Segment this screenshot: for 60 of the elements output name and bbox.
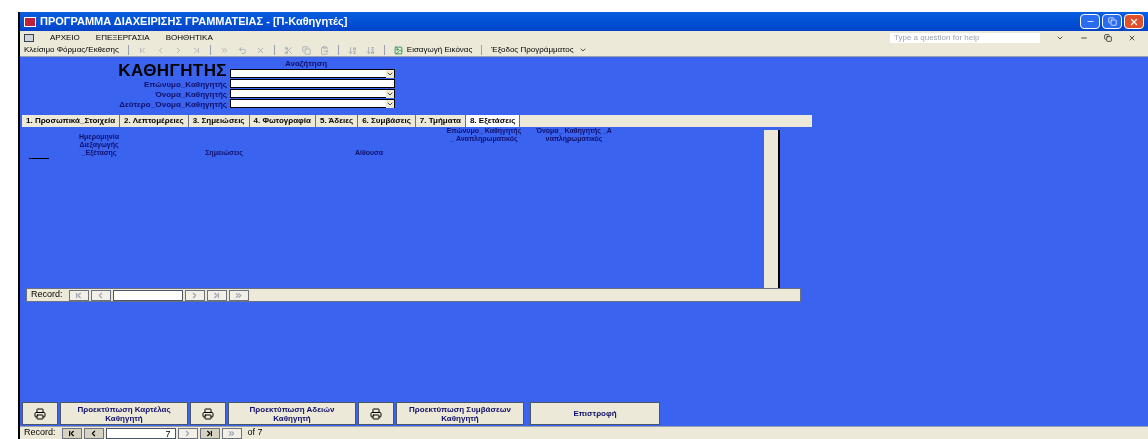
last-record-icon [205, 428, 214, 438]
record-label: Record: [23, 426, 57, 439]
close-icon [1129, 16, 1139, 27]
preview-button[interactable]: Προεκτύπωση Καρτέλας Καθηγητή [60, 402, 188, 425]
form-heading: ΚΑΘΗΓΗΤΗΣ [118, 62, 227, 80]
insert-image-button[interactable]: Εισαγωγή Εικόνας [393, 44, 473, 56]
close-button[interactable] [1124, 14, 1144, 29]
combo-box[interactable] [230, 69, 395, 78]
dropdown-icon[interactable] [386, 100, 394, 108]
last-record-icon [212, 290, 221, 300]
field-label: Δεύτερο_Όνομα_Καθηγητής [119, 100, 227, 110]
scrollbar[interactable] [764, 130, 780, 288]
record-number-field[interactable] [112, 289, 183, 301]
printer-icon [202, 407, 214, 420]
input-field[interactable] [230, 79, 395, 88]
combo-box[interactable] [230, 99, 395, 108]
field-label: Όνομα_Καθηγητής [155, 90, 227, 100]
exit-program-button[interactable]: Έξοδος Προγράμματος [491, 44, 574, 56]
search-label: Αναζήτηση [285, 59, 329, 69]
first-record-button[interactable] [61, 427, 82, 439]
previous-button[interactable] [83, 427, 104, 439]
dropdown-icon[interactable] [386, 90, 394, 98]
menu-item[interactable]: ΒΟΗΘΗΤΙΚΑ [165, 31, 213, 44]
menu-item[interactable]: ΑΡΧΕΙΟ [50, 31, 80, 44]
new-record-icon [227, 428, 236, 438]
image-icon [393, 45, 403, 55]
print-button[interactable] [190, 402, 226, 425]
restore-button[interactable] [1102, 14, 1122, 29]
record-label: Record: [30, 288, 64, 302]
previous-icon [96, 290, 105, 300]
minimize-button[interactable] [1080, 14, 1100, 29]
new-record-icon [234, 290, 243, 300]
last-record-button[interactable] [199, 427, 220, 439]
preview-button[interactable]: Προεκτύπωση Συμβάσεων Καθηγητή [396, 402, 524, 425]
return-button[interactable]: Επιστροφή [530, 402, 660, 425]
record-count: of 7 [246, 426, 264, 439]
document-icon[interactable] [24, 33, 34, 42]
print-button[interactable] [358, 402, 394, 425]
tab[interactable]: 8. Εξετάσεις [465, 115, 521, 127]
previous-icon [89, 428, 98, 438]
restore-icon[interactable] [1104, 33, 1112, 42]
combo-box[interactable] [230, 89, 395, 98]
next-icon [183, 428, 192, 438]
printer-icon [34, 407, 46, 420]
menu-item[interactable]: ΕΠΕΞΕΡΓΑΣΙΑ [95, 31, 150, 44]
first-record-icon [67, 428, 76, 438]
toolbar-options-icon[interactable] [578, 46, 587, 54]
print-button[interactable] [22, 402, 58, 425]
app-icon [24, 16, 36, 27]
field-label: Επώνυμο_Καθηγητής [144, 80, 227, 90]
dropdown-icon[interactable] [386, 70, 394, 78]
window-title: ΠΡΟΓΡΑΜΜΑ ΔΙΑΧΕΙΡΙΣΗΣ ΓΡΑΜΜΑΤΕΙΑΣ - [Π-Καθηγητές] [40, 14, 348, 30]
close-icon[interactable] [1128, 33, 1136, 42]
close-form-button[interactable]: Κλείσιμο Φόρμας/Έκθεσης [24, 44, 119, 56]
record-number-field[interactable]: 7 [105, 427, 176, 439]
next-icon [190, 290, 199, 300]
printer-icon [370, 407, 382, 420]
restore-icon [1107, 17, 1117, 26]
first-record-icon [74, 290, 83, 300]
preview-button[interactable]: Προεκτύπωση Αδειών Καθηγητή [228, 402, 356, 425]
